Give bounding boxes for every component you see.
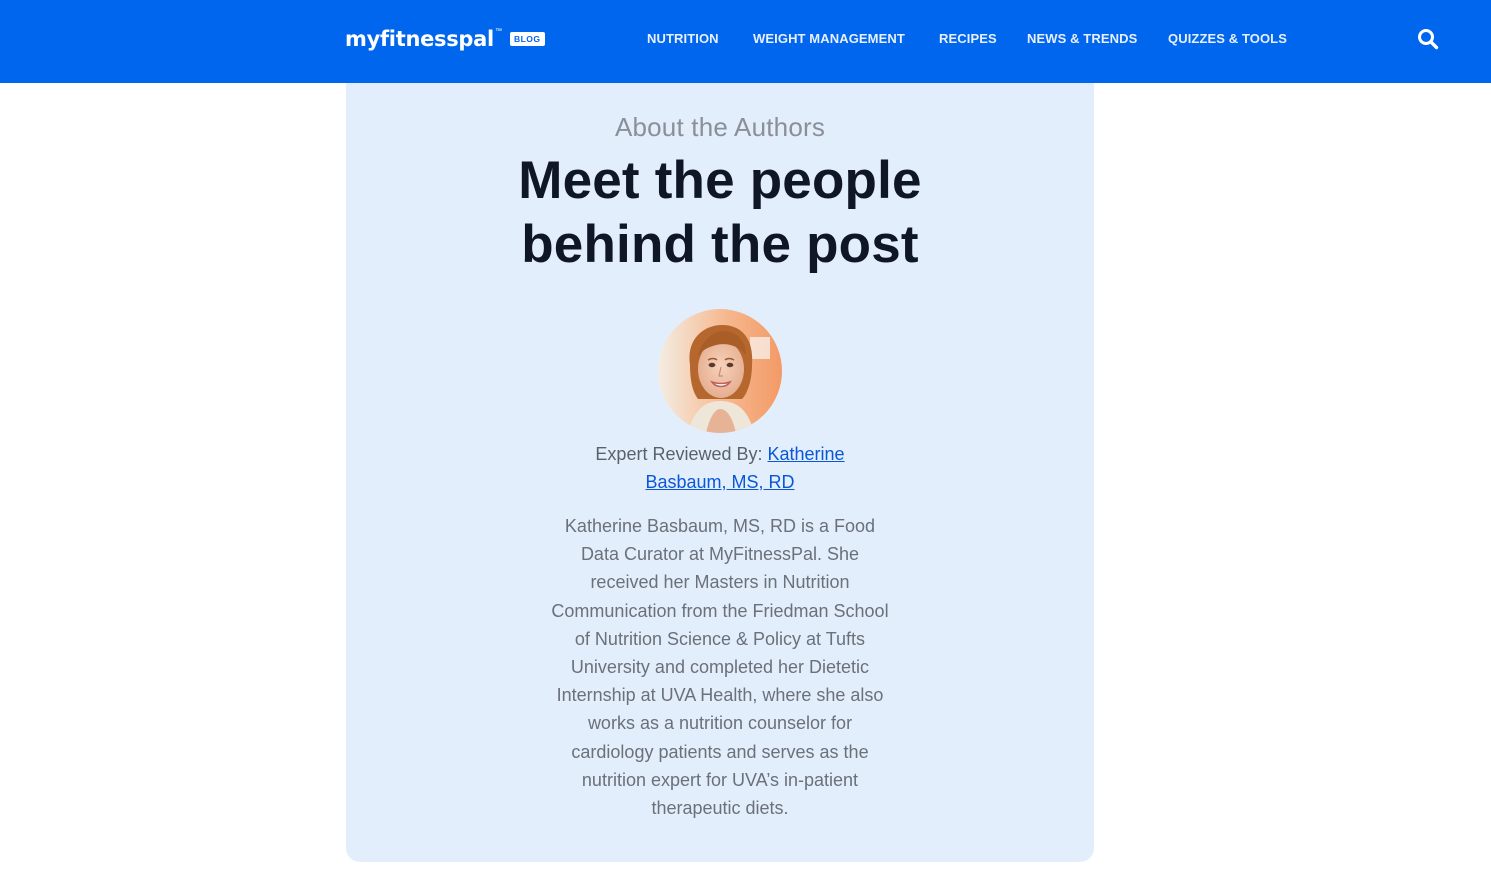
- nav-item-weight-management[interactable]: WEIGHT MANAGEMENT: [753, 31, 905, 46]
- about-authors-card: About the Authors Meet the people behind…: [346, 83, 1094, 862]
- nav-item-recipes[interactable]: RECIPES: [939, 31, 997, 46]
- myfitnesspal-blog-logo[interactable]: myfitnesspal ™ BLOG: [345, 24, 545, 54]
- logo-wordmark: myfitnesspal: [345, 27, 494, 51]
- expert-reviewed-by: Expert Reviewed By: Katherine Basbaum, M…: [560, 440, 880, 496]
- search-icon: [1418, 29, 1439, 50]
- blog-badge: BLOG: [509, 32, 545, 46]
- search-button[interactable]: [1416, 27, 1440, 51]
- section-eyebrow: About the Authors: [614, 112, 826, 142]
- author-bio: Katherine Basbaum, MS, RD is a Food Data…: [551, 516, 889, 819]
- nav-item-news-trends[interactable]: NEWS & TRENDS: [1027, 31, 1137, 46]
- page-title: Meet the people behind the post: [518, 151, 922, 274]
- author-avatar: [658, 309, 782, 433]
- logo-trademark: ™: [494, 27, 502, 35]
- reviewed-by-label: Expert Reviewed By:: [595, 444, 763, 464]
- author-photo: [658, 309, 782, 433]
- top-navigation-bar: myfitnesspal ™ BLOG NUTRITION WEIGHT MAN…: [0, 0, 1491, 83]
- nav-item-quizzes-tools[interactable]: QUIZZES & TOOLS: [1168, 31, 1287, 46]
- nav-item-nutrition[interactable]: NUTRITION: [647, 31, 719, 46]
